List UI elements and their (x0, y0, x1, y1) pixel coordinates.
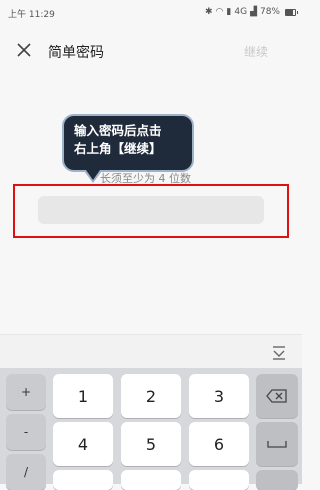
signal-icon: ▮ (226, 7, 232, 17)
key-5[interactable]: 5 (121, 422, 181, 466)
close-icon[interactable] (16, 42, 32, 58)
key-row3-left[interactable] (53, 470, 113, 490)
continue-button[interactable]: 继续 (244, 43, 268, 60)
key-1[interactable]: 1 (53, 374, 113, 418)
keyboard-collapse-icon[interactable] (270, 343, 288, 361)
signal-bars-icon: ▟ (250, 7, 257, 17)
key-row3-right[interactable] (189, 470, 249, 490)
keyboard-toolbar (0, 334, 302, 369)
battery-fill (286, 9, 294, 15)
key-6[interactable]: 6 (189, 422, 249, 466)
key-2[interactable]: 2 (121, 374, 181, 418)
key-row3-mid[interactable] (121, 470, 181, 490)
title-bar: 简单密码 继续 (0, 30, 302, 70)
callout-line-1: 输入密码后点击 (74, 123, 162, 138)
network-label: 4G (234, 7, 248, 17)
status-time: 上午 11:29 (8, 10, 55, 20)
numeric-keyboard: + - / 1 2 3 4 5 6 (0, 368, 302, 490)
page-title: 简单密码 (48, 45, 104, 61)
wifi-icon: ◠ (215, 7, 224, 17)
key-4[interactable]: 4 (53, 422, 113, 466)
bluetooth-icon: ✱ (205, 7, 213, 17)
key-plus[interactable]: + (6, 374, 46, 410)
callout-tail (86, 170, 100, 180)
instruction-callout: 输入密码后点击 右上角【继续】 (62, 114, 194, 172)
status-icons: ✱ ◠ ▮ 4G ▟ 78% (205, 7, 298, 17)
space-icon[interactable] (256, 422, 298, 466)
key-slash[interactable]: / (6, 454, 46, 490)
password-input[interactable] (38, 196, 264, 224)
status-bar: 上午 11:29 ✱ ◠ ▮ 4G ▟ 78% (0, 0, 302, 26)
key-row3-action[interactable] (256, 470, 298, 490)
callout-line-2: 右上角【继续】 (74, 141, 162, 156)
battery-percent: 78% (259, 7, 280, 17)
battery-icon (285, 8, 298, 16)
key-minus[interactable]: - (6, 414, 46, 450)
backspace-icon[interactable] (256, 374, 298, 418)
key-3[interactable]: 3 (189, 374, 249, 418)
